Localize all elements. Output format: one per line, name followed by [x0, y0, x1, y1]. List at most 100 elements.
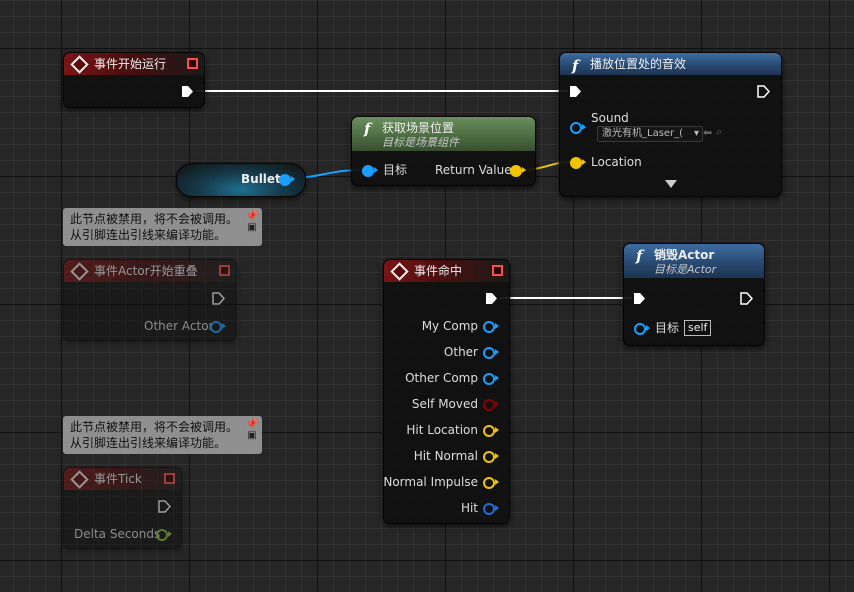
pin-arrow-icon — [646, 325, 650, 331]
delta-seconds-pin-icon[interactable] — [156, 529, 168, 541]
pin-label-my-comp: My Comp — [421, 319, 478, 333]
node-get-world-location[interactable]: f 获取场景位置 目标是场景组件 目标 Return Value — [351, 116, 536, 186]
pin-label-delta-seconds: Delta Seconds — [74, 527, 161, 541]
node-title: 事件Tick — [94, 472, 142, 486]
node-title: 销毁Actor — [654, 248, 715, 262]
pin-arrow-icon — [495, 375, 499, 381]
exec-out-pin-icon[interactable] — [158, 500, 171, 513]
other-actor-pin-icon[interactable] — [210, 321, 222, 333]
pin-arrow-icon — [582, 124, 586, 130]
output-delegate-square-icon[interactable] — [219, 265, 230, 276]
my-comp-pin-icon[interactable] — [483, 321, 495, 333]
pin-arrow-icon — [495, 479, 499, 485]
location-pin-icon[interactable] — [570, 157, 582, 169]
pin-label-target: 目标 — [655, 321, 680, 335]
bullet-out-pin-icon[interactable] — [279, 174, 291, 186]
pin-label-other-comp: Other Comp — [405, 371, 478, 385]
event-diamond-icon — [70, 55, 89, 74]
node-header: 事件Tick — [64, 468, 181, 490]
node-header: 事件命中 — [384, 260, 509, 282]
event-diamond-icon — [390, 262, 409, 281]
node-header: 事件开始运行 — [64, 53, 204, 75]
pin-arrow-icon — [495, 427, 499, 433]
target-pin-icon[interactable] — [634, 323, 646, 335]
pin-comment-icon[interactable]: 📌 ▣ — [245, 419, 259, 441]
node-destroy-actor[interactable]: f 销毁Actor 目标是Actor 目标 self — [623, 243, 765, 346]
node-title: 播放位置处的音效 — [590, 57, 687, 71]
node-header: f 播放位置处的音效 — [560, 53, 781, 75]
node-event-begin-play[interactable]: 事件开始运行 — [63, 52, 205, 108]
node-subtitle: 目标是场景组件 — [382, 136, 459, 149]
event-diamond-icon — [70, 470, 89, 489]
use-selected-asset-icon[interactable]: ⬅ — [703, 126, 712, 139]
blueprint-graph-canvas[interactable]: 事件开始运行 f 播放位置处的音效 Sound 激光有机_Laser_(▾ ⬅ … — [0, 0, 854, 592]
pin-label-location: Location — [591, 155, 642, 169]
output-delegate-square-icon[interactable] — [164, 473, 175, 484]
pin-label-normal-impulse: Normal Impulse — [383, 475, 478, 489]
pin-label-hit: Hit — [460, 501, 478, 515]
variable-label: Bullet — [241, 172, 281, 186]
pin-arrow-icon — [222, 323, 226, 329]
target-self-default-value[interactable]: self — [684, 320, 712, 336]
node-event-hit[interactable]: 事件命中 My Comp Other Other Comp Self Moved… — [383, 259, 510, 524]
expand-advanced-pins-icon[interactable] — [665, 180, 677, 188]
pin-label-target: 目标 — [383, 163, 408, 177]
node-play-sound-at-location[interactable]: f 播放位置处的音效 Sound 激光有机_Laser_(▾ ⬅ ⌕ Locat… — [559, 52, 782, 197]
node-event-tick[interactable]: 事件Tick Delta Seconds — [63, 467, 182, 549]
hit-result-pin-icon[interactable] — [483, 503, 495, 515]
node-header: f 销毁Actor 目标是Actor — [624, 244, 764, 278]
exec-out-pin-icon[interactable] — [485, 292, 498, 305]
event-diamond-icon — [70, 262, 89, 281]
pin-arrow-icon — [522, 167, 526, 173]
exec-out-pin-icon[interactable] — [181, 85, 194, 98]
pin-label-other-actor: Other Actor — [144, 319, 214, 333]
function-icon: f — [364, 120, 371, 138]
pin-arrow-icon — [168, 531, 172, 537]
pin-label-hit-normal: Hit Normal — [413, 449, 478, 463]
node-event-actor-begin-overlap[interactable]: 事件Actor开始重叠 Other Actor — [63, 259, 237, 341]
hit-normal-pin-icon[interactable] — [483, 451, 495, 463]
target-pin-icon[interactable] — [362, 165, 374, 177]
output-delegate-square-icon[interactable] — [187, 58, 198, 69]
pin-arrow-icon — [374, 167, 378, 173]
return-value-pin-icon[interactable] — [510, 165, 522, 177]
disabled-node-comment: 此节点被禁用，将不会被调用。 从引脚连出引线来编译功能。 📌 ▣ — [63, 416, 263, 454]
node-title: 获取场景位置 — [382, 121, 455, 135]
hit-location-pin-icon[interactable] — [483, 425, 495, 437]
pin-label-return-value: Return Value — [435, 163, 512, 177]
function-icon: f — [572, 57, 579, 75]
pin-arrow-icon — [495, 349, 499, 355]
node-title: 事件Actor开始重叠 — [94, 264, 198, 278]
chevron-down-icon: ▾ — [693, 128, 699, 139]
self-moved-pin-icon[interactable] — [483, 399, 495, 411]
node-header: 事件Actor开始重叠 — [64, 260, 236, 282]
node-title: 事件命中 — [414, 264, 463, 278]
output-delegate-square-icon[interactable] — [492, 265, 503, 276]
browse-asset-search-icon[interactable]: ⌕ — [716, 125, 722, 139]
pin-comment-icon[interactable]: 📌 ▣ — [245, 211, 259, 233]
pin-label-hit-location: Hit Location — [406, 423, 478, 437]
pin-label-other: Other — [443, 345, 478, 359]
sound-pin-icon[interactable] — [570, 122, 582, 134]
node-title: 事件开始运行 — [94, 57, 167, 71]
other-comp-pin-icon[interactable] — [483, 373, 495, 385]
pin-arrow-icon — [495, 505, 499, 511]
exec-out-pin-icon[interactable] — [740, 292, 753, 305]
pin-arrow-icon — [495, 401, 499, 407]
pin-arrow-icon — [291, 176, 295, 182]
sound-asset-dropdown[interactable]: 激光有机_Laser_(▾ — [597, 126, 703, 142]
exec-in-pin-icon[interactable] — [633, 292, 646, 305]
variable-get-bullet[interactable]: Bullet — [176, 163, 306, 197]
pin-arrow-icon — [495, 453, 499, 459]
exec-out-pin-icon[interactable] — [757, 85, 770, 98]
pin-label-self-moved: Self Moved — [411, 397, 478, 411]
other-pin-icon[interactable] — [483, 347, 495, 359]
function-icon: f — [636, 247, 643, 265]
disabled-node-comment: 此节点被禁用，将不会被调用。 从引脚连出引线来编译功能。 📌 ▣ — [63, 208, 263, 246]
pin-label-sound: Sound — [591, 111, 629, 125]
exec-in-pin-icon[interactable] — [569, 85, 582, 98]
node-subtitle: 目标是Actor — [654, 263, 717, 276]
normal-impulse-pin-icon[interactable] — [483, 477, 495, 489]
pin-arrow-icon — [495, 323, 499, 329]
exec-out-pin-icon[interactable] — [212, 292, 225, 305]
